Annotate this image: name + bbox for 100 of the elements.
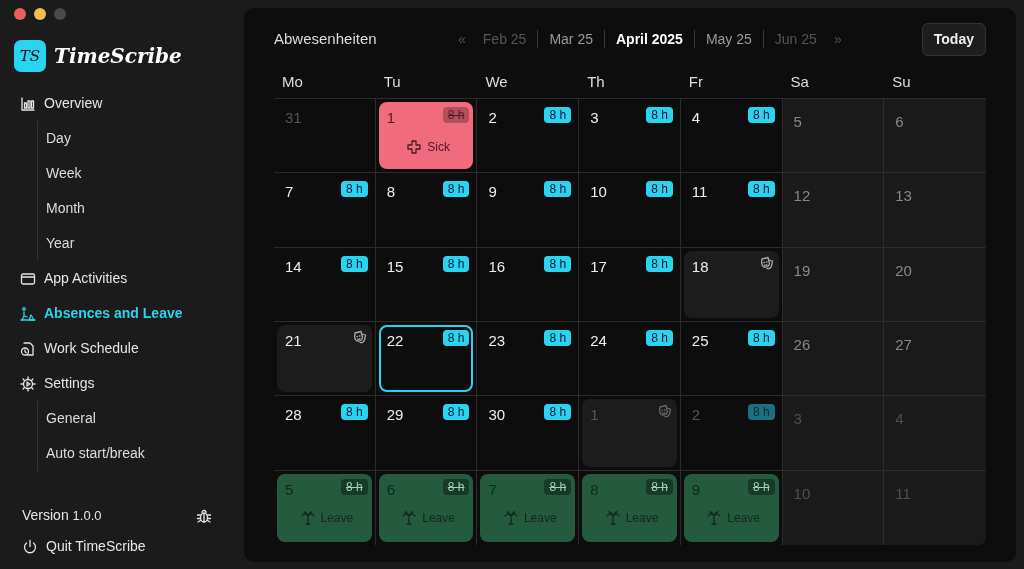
day-number: 15	[386, 256, 404, 277]
app-name: TimeScribe	[54, 43, 182, 70]
weekday-label: Mo	[281, 72, 304, 93]
palm-tree-icon	[502, 510, 519, 527]
day-number: 10	[590, 182, 607, 203]
day-number: 18	[691, 256, 709, 277]
day-number: 11	[691, 182, 708, 203]
hours-tag: 8 h	[747, 181, 775, 198]
day-number: 16	[488, 256, 506, 277]
day-number: 6	[895, 112, 904, 132]
nav-item[interactable]: Work Schedule	[14, 331, 145, 366]
bar-chart-icon	[20, 95, 36, 112]
nav-subitem[interactable]: Day	[38, 121, 71, 156]
hours-tag: 8 h	[646, 107, 673, 123]
weekday-label: Fr	[687, 72, 704, 93]
day-number: 22	[386, 331, 404, 351]
hours-tag: 8 h	[442, 181, 470, 198]
hours-tag: 8 h	[544, 404, 572, 421]
hours-tag: 8 h	[747, 330, 775, 346]
hours-tag: 8 h	[442, 255, 470, 272]
hours-tag: 8 h	[442, 107, 470, 123]
day-number: 8	[386, 182, 396, 203]
nav-item[interactable]: Absences and Leave	[14, 296, 189, 331]
holiday-block[interactable]: 21	[277, 325, 372, 393]
hours-tag: 8 h	[646, 255, 673, 272]
hours-tag: 8 h	[646, 330, 673, 346]
weekday-label: Tu	[382, 72, 402, 93]
day-number: 7	[285, 182, 294, 203]
bug-icon	[196, 507, 212, 524]
hours-tag: 8 h	[544, 255, 572, 272]
day-number: 12	[793, 186, 811, 207]
hours-tag: 8 h	[442, 404, 470, 421]
day-number: 28	[285, 405, 302, 426]
day-number: 14	[285, 256, 302, 277]
absence-label: Sick	[427, 138, 450, 156]
app-logo: TS	[14, 40, 46, 72]
day-number: 5	[793, 112, 802, 132]
hours-tag: 8 h	[747, 404, 775, 421]
palm-tree-icon	[604, 510, 621, 527]
day-number: 30	[488, 405, 506, 426]
day-number: 1	[590, 405, 599, 426]
power-icon	[22, 538, 38, 555]
day-number: 27	[895, 335, 912, 355]
day-number: 26	[793, 335, 811, 355]
day-number: 23	[488, 331, 506, 351]
hours-tag: 8 h	[341, 404, 368, 421]
minimize-button[interactable]	[34, 8, 46, 20]
day-number: 25	[691, 331, 709, 351]
nav-item[interactable]: Settings	[14, 366, 101, 401]
day-number: 2	[488, 108, 497, 128]
hours-tag: 8 h	[544, 107, 572, 123]
month-tab[interactable]: Mar 25	[538, 30, 605, 48]
hours-tag: 8 h	[646, 478, 673, 495]
day-number: 1	[386, 108, 396, 128]
sick-day-block[interactable]: 1 8 h Sick	[378, 102, 474, 170]
day-number: 19	[793, 260, 811, 281]
holiday-block[interactable]: 18	[683, 250, 779, 318]
nav-subitem[interactable]: Auto start/break	[38, 436, 145, 471]
nav-item[interactable]: App Activities	[14, 261, 134, 296]
palm-tree-icon	[299, 510, 316, 527]
hours-tag: 8 h	[544, 330, 572, 346]
hours-tag: 8 h	[646, 181, 673, 198]
plus-icon	[406, 138, 423, 155]
hours-tag: 8 h	[341, 478, 368, 495]
palm-tree-icon	[401, 510, 418, 527]
hours-tag: 8 h	[544, 478, 572, 495]
quit-button[interactable]: Quit TimeScribe	[22, 526, 146, 557]
weekday-label: Su	[891, 72, 912, 93]
hours-tag: 8 h	[341, 181, 368, 198]
month-tab[interactable]: May 25	[694, 30, 764, 48]
month-tab[interactable]: April 2025	[604, 30, 695, 48]
nav-item[interactable]: Overview	[14, 86, 109, 121]
nav-subitem[interactable]: Week	[38, 156, 82, 191]
day-number: 20	[895, 260, 912, 281]
day-number: 4	[691, 108, 701, 128]
hours-tag: 8 h	[442, 478, 470, 495]
day-number: 21	[285, 331, 302, 351]
nav-subitem[interactable]: Month	[38, 191, 85, 226]
palm-tree-icon	[706, 510, 723, 527]
hours-tag: 8 h	[747, 478, 775, 495]
day-number: 31	[285, 108, 302, 128]
day-number: 9	[488, 182, 497, 203]
hours-tag: 8 h	[341, 255, 368, 272]
weekday-label: We	[484, 72, 509, 93]
nav-subitem[interactable]: Year	[38, 226, 75, 261]
close-button[interactable]	[14, 8, 26, 20]
today-button[interactable]: Today	[921, 22, 986, 56]
person-landscape-icon	[20, 305, 36, 322]
day-number: 29	[386, 405, 404, 426]
theater-masks-icon	[351, 330, 368, 346]
nav-subitem[interactable]: General	[38, 401, 96, 436]
day-number: 3	[590, 108, 599, 128]
page-title: Abwesenheiten	[274, 28, 378, 49]
document-clock-icon	[20, 340, 36, 357]
today-highlight[interactable]: 22 8 h	[378, 325, 474, 393]
gear-icon	[20, 375, 36, 392]
day-number: 24	[590, 331, 607, 351]
version-text: Version 1.0.0	[22, 506, 102, 525]
window-icon	[20, 270, 36, 287]
theater-masks-icon	[758, 255, 775, 272]
